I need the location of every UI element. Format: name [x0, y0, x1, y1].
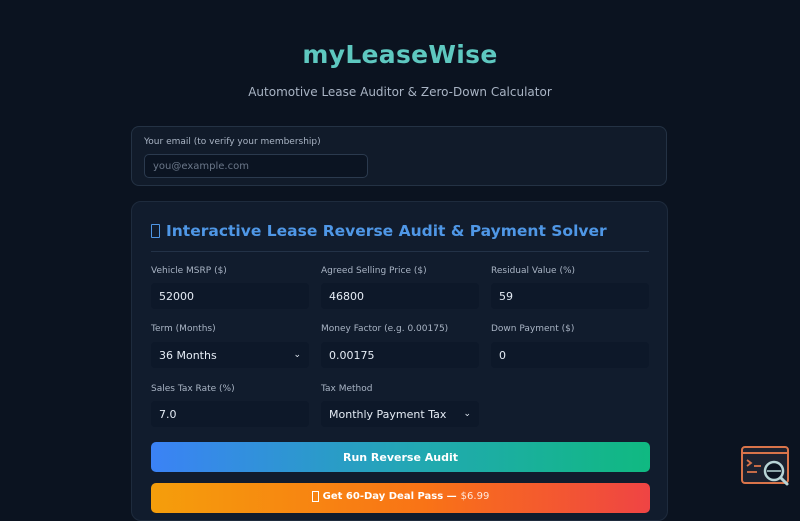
tax-method-label: Tax Method	[321, 384, 373, 394]
down-payment-label: Down Payment ($)	[491, 324, 575, 334]
selling-price-label: Agreed Selling Price ($)	[321, 266, 427, 276]
term-value: 36 Months	[159, 348, 217, 362]
tax-method-value: Monthly Payment Tax	[329, 407, 447, 421]
chevron-down-icon: ⌄	[463, 409, 471, 419]
msrp-label: Vehicle MSRP ($)	[151, 266, 227, 276]
title-divider	[151, 251, 649, 252]
tagline: Automotive Lease Auditor & Zero-Down Cal…	[248, 85, 552, 99]
tax-rate-label: Sales Tax Rate (%)	[151, 384, 235, 394]
deal-pass-price: $6.99	[460, 491, 490, 502]
term-select[interactable]: 36 Months ⌄	[151, 342, 309, 368]
residual-input[interactable]	[491, 283, 649, 309]
tax-rate-input[interactable]	[151, 401, 309, 427]
email-label: Your email (to verify your membership)	[144, 137, 321, 147]
term-label: Term (Months)	[151, 324, 216, 334]
run-audit-button[interactable]: Run Reverse Audit	[151, 442, 650, 472]
chevron-down-icon: ⌄	[293, 350, 301, 360]
deal-pass-label: Get 60-Day Deal Pass —	[322, 491, 457, 502]
document-icon	[151, 224, 160, 238]
msrp-input[interactable]	[151, 283, 309, 309]
calculator-title: Interactive Lease Reverse Audit & Paymen…	[151, 222, 607, 240]
residual-label: Residual Value (%)	[491, 266, 576, 276]
money-factor-input[interactable]	[321, 342, 479, 368]
calculator-title-text: Interactive Lease Reverse Audit & Paymen…	[166, 222, 607, 240]
money-factor-label: Money Factor (e.g. 0.00175)	[321, 324, 449, 334]
membership-card: Your email (to verify your membership)	[131, 126, 667, 186]
brand-title: myLeaseWise	[302, 40, 498, 69]
terminal-search-icon[interactable]	[741, 446, 791, 488]
email-input[interactable]	[144, 154, 368, 178]
deal-pass-button[interactable]: Get 60-Day Deal Pass — $6.99	[151, 483, 650, 513]
ticket-icon	[311, 491, 319, 502]
down-payment-input[interactable]	[491, 342, 649, 368]
selling-price-input[interactable]	[321, 283, 479, 309]
audit-card: Interactive Lease Reverse Audit & Paymen…	[131, 201, 668, 521]
tax-method-select[interactable]: Monthly Payment Tax ⌄	[321, 401, 479, 427]
